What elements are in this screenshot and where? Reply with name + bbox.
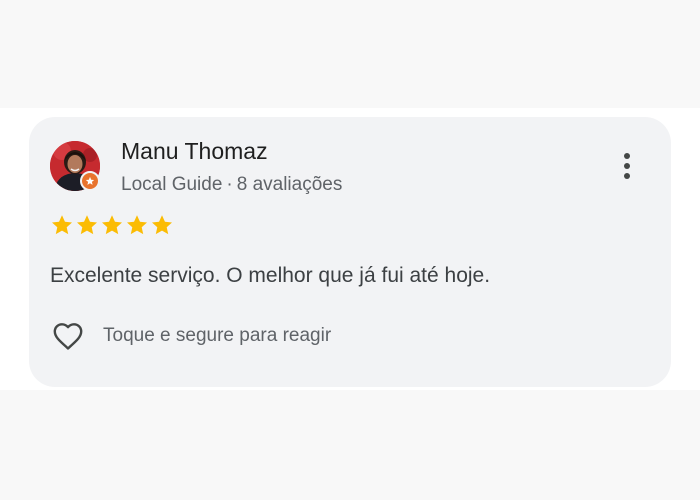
review-text: Excelente serviço. O melhor que já fui a… (50, 264, 491, 287)
reviewer-meta: Local Guide · 8 avaliações (121, 174, 342, 196)
reviewer-name[interactable]: Manu Thomaz (121, 138, 268, 165)
star-icon (102, 215, 122, 235)
review-card: Manu Thomaz Local Guide · 8 avaliações Exc… (29, 117, 671, 387)
star-icon (152, 215, 172, 235)
more-vertical-icon[interactable] (615, 149, 639, 183)
star-icon (77, 215, 97, 235)
reviewer-avatar[interactable] (50, 141, 100, 191)
star-icon (127, 215, 147, 235)
heart-outline-icon (53, 323, 83, 350)
star-rating (50, 213, 174, 237)
local-guide-star-icon (80, 171, 100, 191)
review-count: 8 avaliações (236, 174, 343, 195)
star-icon (52, 215, 72, 235)
react-button[interactable]: Toque e segure para reagir (49, 317, 331, 355)
local-guide-label: Local Guide (121, 174, 223, 195)
react-label: Toque e segure para reagir (103, 325, 332, 346)
meta-separator: · (226, 174, 233, 195)
